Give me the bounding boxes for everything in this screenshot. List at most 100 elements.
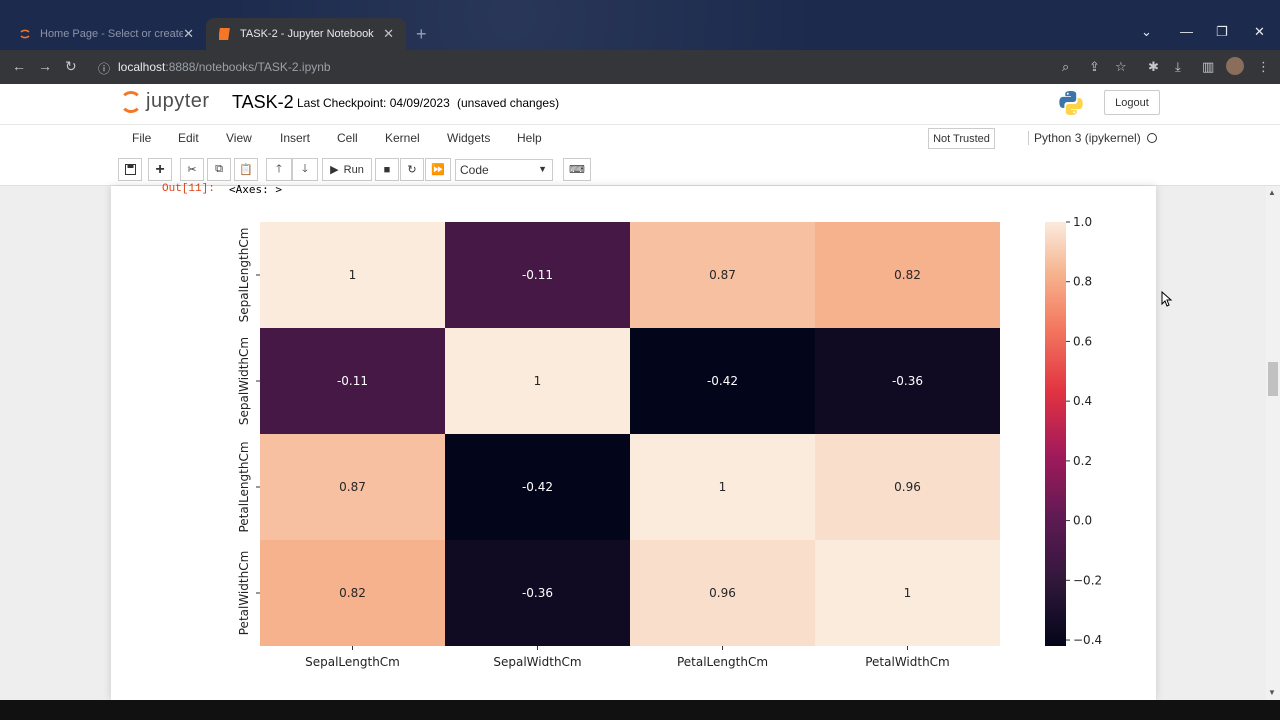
address-toolbar: ← → ↻ ⓘ localhost:8888/notebooks/TASK-2.… (0, 50, 1280, 84)
profile-avatar[interactable] (1226, 57, 1244, 75)
url-bar[interactable]: ⓘ localhost:8888/notebooks/TASK-2.ipynb (90, 55, 1140, 79)
paste-icon[interactable]: 📋 (234, 158, 258, 181)
close-window-icon[interactable]: ✕ (1254, 24, 1265, 40)
jupyter-logo-text: jupyter (146, 90, 210, 112)
menu-widgets[interactable]: Widgets (447, 131, 490, 145)
jupyter-logo[interactable]: jupyter (120, 90, 210, 113)
site-info-icon[interactable]: ⓘ (98, 60, 110, 77)
scroll-up-icon[interactable]: ▲ (1268, 188, 1276, 197)
colorbar-tick-label: 0.6 (1073, 334, 1092, 348)
stop-icon[interactable]: ■ (375, 158, 399, 181)
cut-icon[interactable]: ✂ (180, 158, 204, 181)
heatmap-cell-label: 1 (349, 268, 357, 282)
move-up-icon[interactable]: 🡑 (266, 158, 292, 181)
more-menu-icon[interactable]: ⋮ (1257, 59, 1270, 75)
heatmap-cell-label: 0.82 (339, 586, 366, 600)
heatmap-cells: 1 -0.11 0.87 0.82 -0.11 1 -0.42 -0.36 0.87 -0.42 1… (260, 222, 1000, 646)
notebook-favicon-icon (218, 27, 232, 41)
heatmap-cell-label: 1 (904, 586, 912, 600)
colorbar-tick-label: 1.0 (1073, 215, 1092, 229)
mouse-cursor-icon (1161, 291, 1173, 307)
tab-label: Home Page - Select or create a n (40, 28, 184, 40)
restart-icon[interactable]: ↻ (400, 158, 424, 181)
heatmap-cell-label: 1 (534, 374, 542, 388)
menu-kernel[interactable]: Kernel (385, 131, 420, 145)
chevron-down-icon: ▼ (538, 164, 547, 174)
back-icon[interactable]: ← (12, 58, 26, 74)
heatmap-cell-label: -0.36 (522, 586, 553, 600)
heatmap-cell-label: 1 (719, 480, 727, 494)
side-panel-icon[interactable]: ▥ (1202, 59, 1214, 75)
menu-view[interactable]: View (226, 131, 252, 145)
heatmap-cell-label: 0.96 (894, 480, 921, 494)
heatmap-cell-label: -0.11 (337, 374, 368, 388)
new-tab-button[interactable]: + (416, 24, 427, 45)
heatmap-y-labels: SepalLengthCm SepalWidthCm PetalLengthCm Pe… (237, 228, 260, 636)
cell-type-select[interactable]: Code ▼ (455, 159, 553, 181)
reload-icon[interactable]: ↻ (65, 58, 77, 75)
bookmark-star-icon[interactable]: ☆ (1115, 59, 1127, 75)
menu-help[interactable]: Help (517, 131, 542, 145)
heatmap-cell-label: -0.42 (522, 480, 553, 494)
url-host: localhost (118, 60, 166, 74)
page-scrollbar[interactable] (1266, 186, 1280, 700)
extensions-icon[interactable]: ✱ (1148, 59, 1159, 75)
url-path: :8888/notebooks/TASK-2.ipynb (165, 60, 331, 74)
output-text: <Axes: > (229, 183, 282, 196)
tab-home-page[interactable]: Home Page - Select or create a n ✕ (6, 18, 206, 50)
heatmap-cell-label: 0.96 (709, 586, 736, 600)
insert-cell-icon[interactable]: + (148, 158, 172, 181)
y-tick-label: PetalLengthCm (237, 441, 251, 532)
x-tick-label: SepalWidthCm (493, 655, 581, 669)
minimize-icon[interactable]: — (1180, 24, 1193, 39)
menu-file[interactable]: File (132, 131, 151, 145)
correlation-heatmap: 1 -0.11 0.87 0.82 -0.11 1 -0.42 -0.36 0.87 -0.42 1… (237, 215, 1102, 669)
scrollbar-thumb[interactable] (1268, 362, 1278, 396)
restart-run-all-icon[interactable]: ⏩ (425, 158, 451, 181)
close-tab-icon[interactable]: ✕ (383, 26, 394, 42)
x-tick-label: PetalLengthCm (677, 655, 768, 669)
heatmap-cell-label: -0.42 (707, 374, 738, 388)
heatmap-cell-label: -0.36 (892, 374, 923, 388)
move-down-icon[interactable]: 🡓 (292, 158, 318, 181)
python-logo-icon (1059, 91, 1083, 115)
output-prompt: Out[11]: (162, 183, 215, 195)
y-tick-label: SepalLengthCm (237, 228, 251, 323)
jupyter-favicon-icon (18, 27, 32, 41)
checkpoint-status: Last Checkpoint: 04/09/2023 (297, 96, 450, 110)
colorbar-tick-label: 0.0 (1073, 514, 1092, 528)
tab-search-icon[interactable]: ⌄ (1141, 24, 1152, 40)
heatmap-cell-label: 0.82 (894, 268, 921, 282)
heatmap-cell-label: 0.87 (709, 268, 736, 282)
notebook-title[interactable]: TASK-2 (232, 92, 294, 113)
colorbar-tick-label: 0.2 (1073, 454, 1092, 468)
scroll-down-icon[interactable]: ▼ (1268, 688, 1276, 697)
menu-insert[interactable]: Insert (280, 131, 310, 145)
menu-cell[interactable]: Cell (337, 131, 358, 145)
play-icon: ▶ (330, 164, 339, 176)
save-icon[interactable] (118, 158, 142, 181)
copy-icon[interactable]: ⧉ (207, 158, 231, 181)
kernel-name[interactable]: Python 3 (ipykernel) (1028, 131, 1141, 145)
forward-icon[interactable]: → (38, 58, 52, 74)
command-palette-icon[interactable]: ⌨ (563, 158, 591, 181)
logout-button[interactable]: Logout (1104, 90, 1160, 115)
trust-button[interactable]: Not Trusted (928, 128, 995, 149)
colorbar-tick-label: 0.4 (1073, 394, 1092, 408)
unsaved-indicator: (unsaved changes) (457, 96, 560, 110)
close-tab-icon[interactable]: ✕ (183, 26, 194, 42)
colorbar (1045, 222, 1066, 646)
menu-edit[interactable]: Edit (178, 131, 199, 145)
url-text: localhost:8888/notebooks/TASK-2.ipynb (118, 60, 331, 74)
run-button[interactable]: ▶ Run (322, 158, 372, 181)
zoom-icon[interactable]: ⌕ (1062, 59, 1069, 75)
download-icon[interactable]: ⤓ (1175, 59, 1181, 75)
heatmap-cell-label: 0.87 (339, 480, 366, 494)
y-tick-label: PetalWidthCm (237, 551, 251, 636)
restore-icon[interactable]: ❐ (1216, 24, 1228, 40)
tab-task-2[interactable]: TASK-2 - Jupyter Notebook ✕ (206, 18, 406, 50)
heatmap-x-labels: SepalLengthCm SepalWidthCm PetalLengthCm Pe… (305, 646, 950, 669)
colorbar-tick-label: 0.8 (1073, 275, 1092, 289)
share-icon[interactable]: ⇪ (1089, 59, 1100, 75)
colorbar-ticks: 1.0 0.8 0.6 0.4 0.2 0.0 −0.2 −0.4 (1066, 215, 1102, 647)
